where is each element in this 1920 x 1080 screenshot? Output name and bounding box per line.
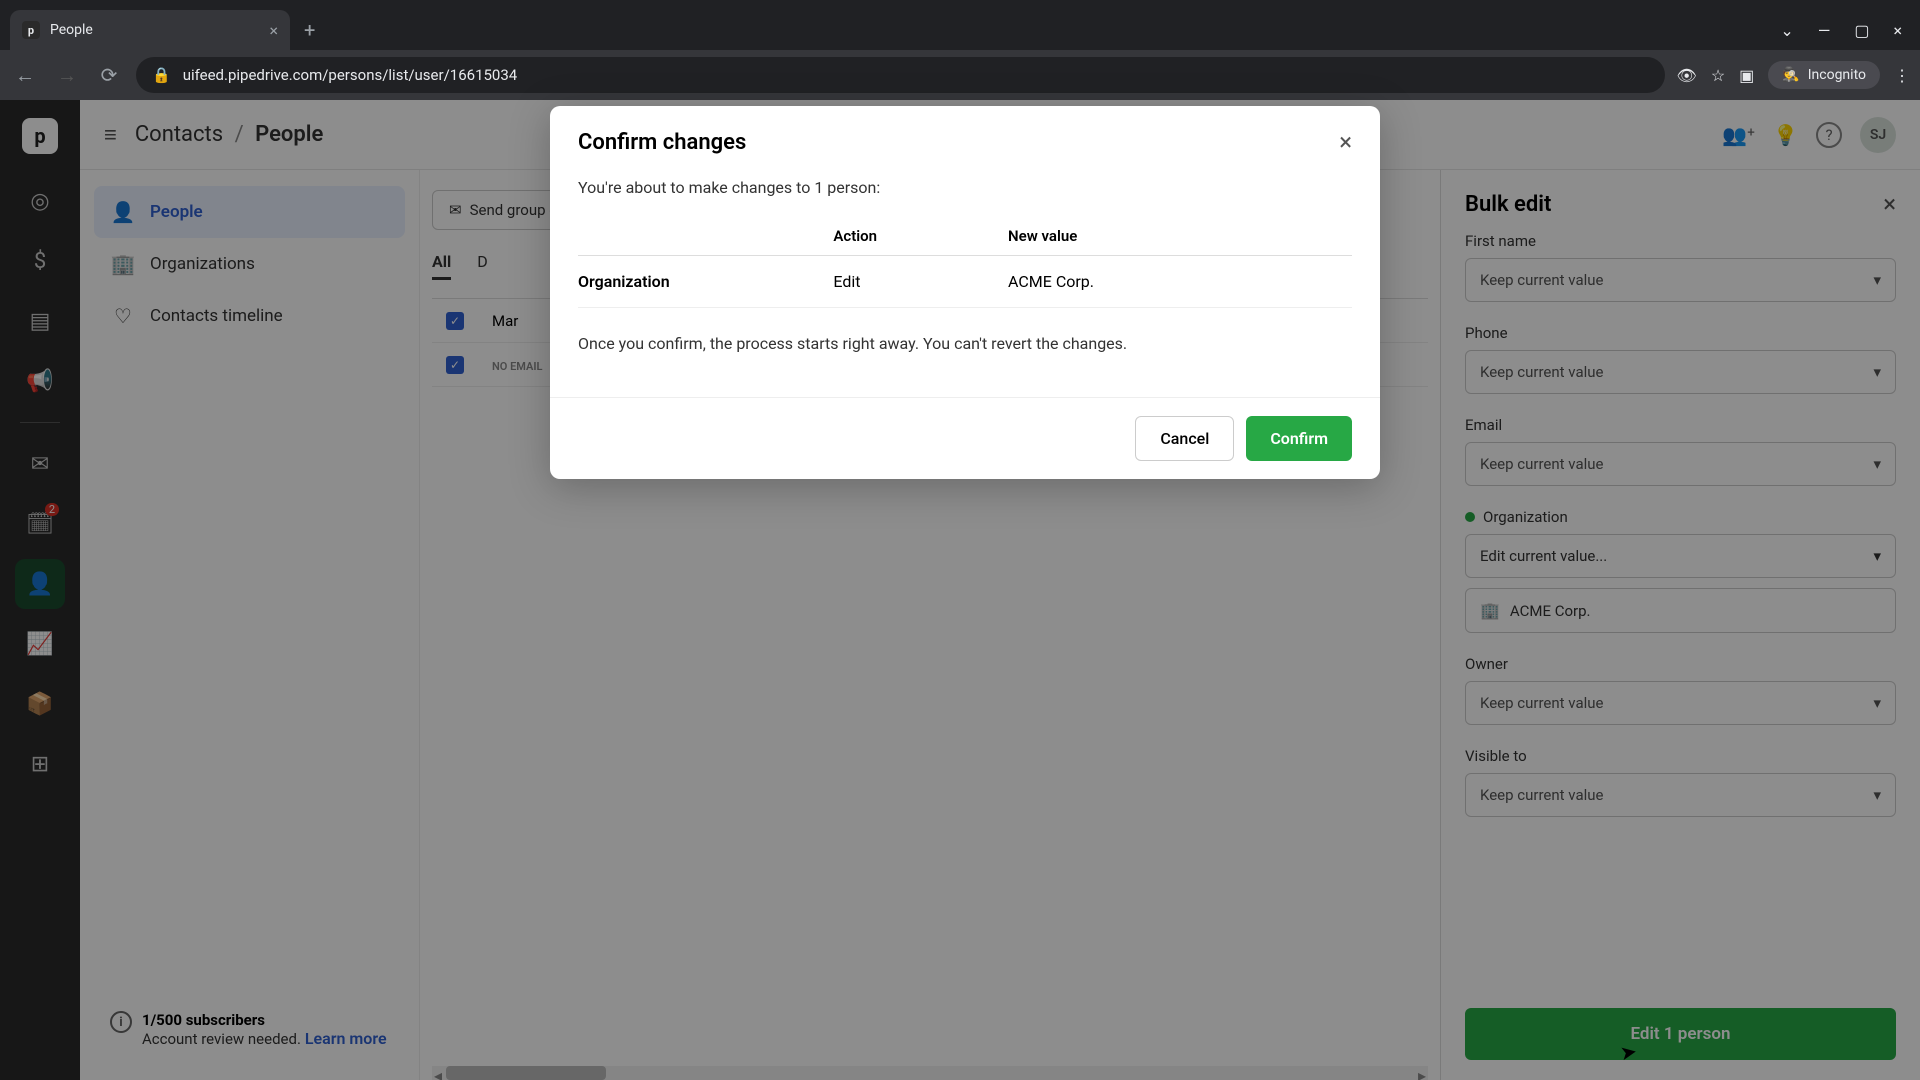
kebab-menu-icon[interactable]: ⋮: [1894, 66, 1910, 85]
incognito-icon: 🕵: [1782, 67, 1799, 83]
tab-title: People: [50, 22, 93, 38]
confirm-button[interactable]: Confirm: [1246, 416, 1352, 461]
close-modal-icon[interactable]: ×: [1339, 128, 1352, 156]
cancel-button[interactable]: Cancel: [1135, 416, 1234, 461]
change-action: Edit: [833, 256, 1008, 308]
table-row: Organization Edit ACME Corp.: [578, 256, 1352, 308]
maximize-icon[interactable]: ▢: [1854, 21, 1869, 40]
minimize-icon[interactable]: —: [1818, 21, 1831, 40]
browser-toolbar: ← → ⟳ 🔒 uifeed.pipedrive.com/persons/lis…: [0, 50, 1920, 100]
extension-icon[interactable]: ▣: [1739, 66, 1754, 85]
new-tab-button[interactable]: +: [290, 10, 329, 50]
lock-icon: 🔒: [152, 66, 171, 84]
confirm-changes-dialog: Confirm changes × You're about to make c…: [550, 106, 1380, 479]
changes-table: Action New value Organization Edit ACME …: [578, 217, 1352, 308]
favicon: p: [22, 21, 40, 39]
browser-tab[interactable]: p People ×: [10, 10, 290, 50]
incognito-badge: 🕵 Incognito: [1768, 61, 1880, 89]
incognito-label: Incognito: [1808, 67, 1866, 83]
change-field: Organization: [578, 256, 833, 308]
column-action: Action: [833, 217, 1008, 256]
window-controls: ⌄ — ▢ ×: [1762, 10, 1920, 50]
modal-intro-text: You're about to make changes to 1 person…: [578, 178, 1352, 197]
chevron-down-icon[interactable]: ⌄: [1780, 21, 1793, 40]
reload-icon[interactable]: ⟳: [94, 63, 124, 87]
eye-off-icon[interactable]: 👁: [1677, 66, 1697, 85]
change-value: ACME Corp.: [1008, 256, 1352, 308]
browser-tab-strip: p People × + ⌄ — ▢ ×: [0, 0, 1920, 50]
modal-warning-text: Once you confirm, the process starts rig…: [578, 334, 1352, 353]
close-window-icon[interactable]: ×: [1893, 21, 1902, 40]
address-bar[interactable]: 🔒 uifeed.pipedrive.com/persons/list/user…: [136, 57, 1665, 93]
star-icon[interactable]: ☆: [1711, 66, 1725, 85]
forward-icon[interactable]: →: [52, 63, 82, 88]
url-text: uifeed.pipedrive.com/persons/list/user/1…: [183, 66, 518, 84]
back-icon[interactable]: ←: [10, 63, 40, 88]
close-tab-icon[interactable]: ×: [269, 21, 278, 40]
modal-title: Confirm changes: [578, 130, 746, 155]
column-new-value: New value: [1008, 217, 1352, 256]
